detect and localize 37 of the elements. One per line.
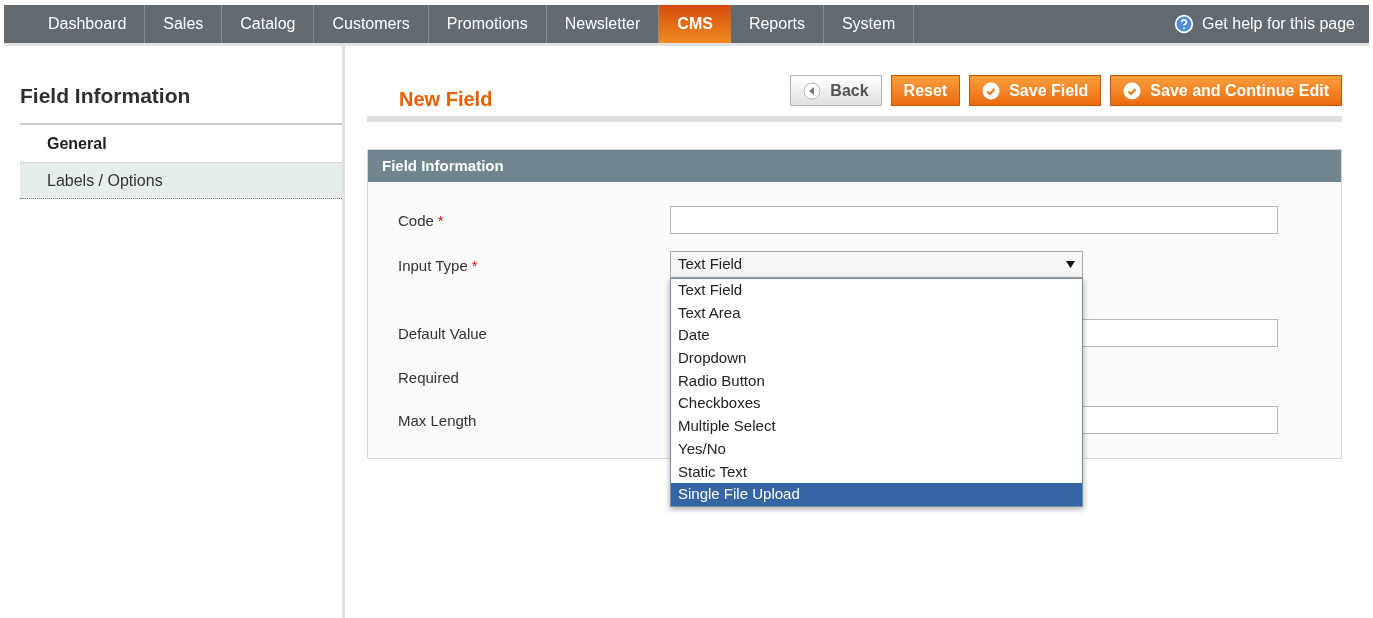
- sidebar-title: Field Information: [20, 83, 191, 109]
- field-label: Required: [398, 368, 459, 388]
- nav-tab[interactable]: Catalog: [222, 5, 315, 43]
- back-button[interactable]: Back: [790, 75, 882, 106]
- dropdown-option[interactable]: Radio Button: [671, 369, 1082, 393]
- dropdown-option[interactable]: Text Area: [671, 301, 1082, 325]
- required-asterisk: *: [471, 256, 478, 276]
- page-title: New Field: [398, 86, 493, 112]
- nav-tab[interactable]: CMS: [659, 5, 731, 43]
- sidebar-tab[interactable]: Labels / Options: [20, 162, 342, 199]
- dropdown-option[interactable]: Yes/No: [671, 437, 1082, 461]
- nav-tab[interactable]: Promotions: [428, 5, 547, 43]
- nav-tab[interactable]: Sales: [145, 5, 223, 43]
- input-type-select[interactable]: Text Field: [670, 251, 1083, 278]
- nav-tab[interactable]: System: [823, 5, 915, 43]
- text-input-field[interactable]: [670, 206, 1278, 234]
- dropdown-arrow-icon: [1066, 260, 1075, 269]
- help-link[interactable]: Get help for this page: [1202, 12, 1355, 36]
- checkmark-icon: [982, 81, 1001, 100]
- dropdown-option[interactable]: Static Text: [671, 460, 1082, 484]
- checkmark-icon: [1123, 81, 1142, 100]
- field-label: Default Value: [398, 324, 487, 344]
- dropdown-option[interactable]: Text Field: [671, 279, 1082, 302]
- dropdown-option[interactable]: Dropdown: [671, 347, 1082, 370]
- dropdown-option[interactable]: Multiple Select: [671, 415, 1082, 438]
- field-label: Code: [398, 211, 434, 231]
- field-label: Input Type: [398, 256, 468, 276]
- dropdown-option[interactable]: Checkboxes: [671, 392, 1082, 416]
- dropdown-option[interactable]: Date: [671, 324, 1082, 348]
- nav-tab[interactable]: Dashboard: [30, 5, 146, 43]
- field-label: Max Length: [398, 411, 477, 431]
- section-header: Field Information: [368, 150, 1341, 182]
- nav-tab[interactable]: Reports: [730, 5, 824, 43]
- dropdown-option[interactable]: Single File Upload: [671, 483, 1082, 506]
- help-icon: [1174, 14, 1194, 34]
- required-asterisk: *: [437, 211, 444, 231]
- nav-tab[interactable]: Customers: [314, 5, 429, 43]
